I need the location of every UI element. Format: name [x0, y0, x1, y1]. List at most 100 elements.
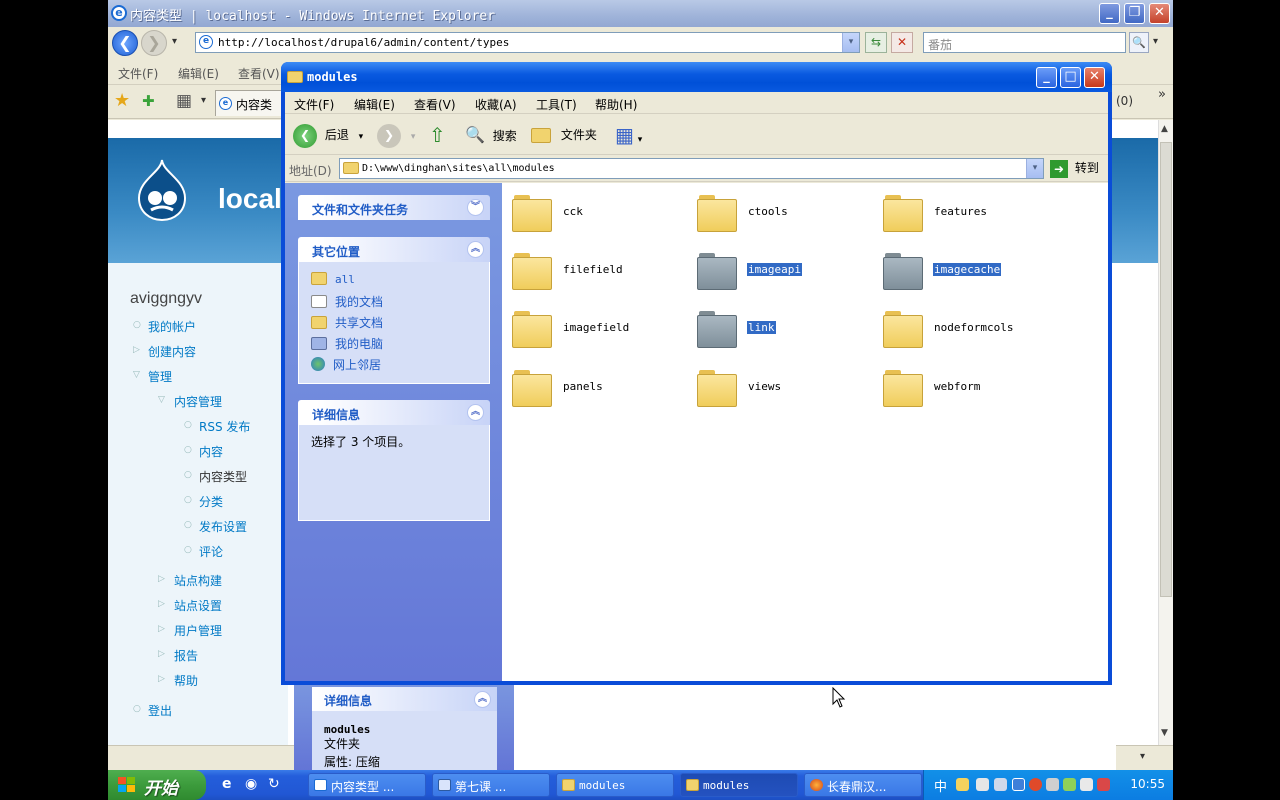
- folder-up-icon[interactable]: ⇧: [429, 121, 446, 149]
- stop-icon[interactable]: ✕: [891, 32, 913, 53]
- nav-site-configuration[interactable]: 站点设置: [174, 597, 222, 614]
- nav-taxonomy[interactable]: 分类: [199, 493, 223, 510]
- clock[interactable]: 10:55: [1130, 777, 1165, 791]
- folder-item-imageapi[interactable]: imageapi: [697, 249, 867, 295]
- folder-item-imagefield[interactable]: imagefield: [512, 307, 682, 353]
- nav-content[interactable]: 内容: [199, 443, 223, 460]
- explorer-close-button[interactable]: ✕: [1084, 67, 1105, 88]
- forward-arrow-icon[interactable]: ❯: [141, 30, 167, 56]
- nav-rss-publishing[interactable]: RSS 发布: [199, 418, 250, 435]
- ie-vertical-scrollbar[interactable]: ▲ ▼: [1158, 120, 1173, 745]
- scroll-thumb[interactable]: [1160, 142, 1172, 597]
- url-field[interactable]: e http://localhost/drupal6/admin/content…: [195, 32, 860, 53]
- collapse-icon[interactable]: ︽: [467, 404, 484, 421]
- nav-administer[interactable]: 管理: [148, 368, 172, 385]
- quick-tabs-icon[interactable]: ▦: [176, 91, 192, 111]
- file-folder-tasks-header[interactable]: 文件和文件夹任务 ︾: [298, 195, 490, 220]
- zoom-dropdown-icon[interactable]: ▾: [1140, 751, 1145, 762]
- taskbar-item-modules-2[interactable]: modules: [680, 773, 798, 797]
- keyboard-icon[interactable]: [994, 778, 1007, 791]
- nav-comments[interactable]: 评论: [199, 543, 223, 560]
- folder-item-ctools[interactable]: ctools: [697, 191, 867, 237]
- back-button[interactable]: ❮ 后退 ▾: [293, 121, 363, 149]
- add-favorite-icon[interactable]: ✚: [142, 92, 155, 110]
- collapse-icon[interactable]: ︽: [467, 241, 484, 258]
- ie-search-input[interactable]: 番茄: [923, 32, 1126, 53]
- address-field[interactable]: D:\www\dinghan\sites\all\modules ▾: [339, 158, 1044, 179]
- folder-item-features[interactable]: features: [883, 191, 1053, 237]
- folder-item-imagecache[interactable]: imagecache: [883, 249, 1053, 295]
- address-dropdown-icon[interactable]: ▾: [1026, 159, 1043, 178]
- taskbar-item-modules-1[interactable]: modules: [556, 773, 674, 797]
- site-name[interactable]: local: [218, 183, 282, 215]
- other-places-header[interactable]: 其它位置 ︽: [298, 237, 490, 262]
- taskbar-item-firefox[interactable]: 长春鼎汉...: [804, 773, 922, 797]
- folder-item-views[interactable]: views: [697, 366, 867, 412]
- nav-user-management[interactable]: 用户管理: [174, 622, 222, 639]
- ie-maximize-button[interactable]: ❐: [1124, 3, 1145, 24]
- toolbar-more-icon[interactable]: »: [1158, 87, 1166, 102]
- security-icon[interactable]: [1029, 778, 1042, 791]
- network-tray-icon[interactable]: [1046, 778, 1059, 791]
- go-button[interactable]: ➜ 转到: [1050, 159, 1099, 179]
- folder-item-panels[interactable]: panels: [512, 366, 682, 412]
- collapse-icon[interactable]: ︽: [474, 691, 491, 708]
- folder-item-webform[interactable]: webform: [883, 366, 1053, 412]
- views-button[interactable]: ▦ ▾: [615, 121, 642, 149]
- folder-item-link[interactable]: link: [697, 307, 867, 353]
- folders-button[interactable]: 文件夹: [531, 121, 597, 149]
- nav-my-account[interactable]: 我的帐户: [148, 318, 196, 335]
- explorer-minimize-button[interactable]: _: [1036, 67, 1057, 88]
- sync-quicklaunch-icon[interactable]: ↻: [268, 776, 280, 792]
- nav-logout[interactable]: 登出: [148, 702, 172, 719]
- search-go-icon[interactable]: 🔍: [1129, 32, 1149, 53]
- folder-item-nodeformcols[interactable]: nodeformcols: [883, 307, 1053, 353]
- start-button[interactable]: 开始: [108, 770, 206, 800]
- menu-help[interactable]: 帮助(H): [595, 96, 637, 113]
- nav-site-building[interactable]: 站点构建: [174, 572, 222, 589]
- ime-punct-icon[interactable]: [976, 778, 989, 791]
- ie-quicklaunch-icon[interactable]: e: [222, 776, 232, 792]
- place-my-documents[interactable]: 我的文档: [311, 293, 383, 310]
- details-header[interactable]: 详细信息 ︽: [298, 400, 490, 425]
- expand-icon[interactable]: ︾: [467, 199, 484, 216]
- ime-tool-icon[interactable]: [1012, 778, 1025, 791]
- tab-list-icon[interactable]: ▾: [201, 95, 206, 106]
- nav-create-content[interactable]: 创建内容: [148, 343, 196, 360]
- scroll-up-icon[interactable]: ▲: [1161, 124, 1168, 134]
- place-network[interactable]: 网上邻居: [311, 356, 381, 373]
- place-all[interactable]: all: [311, 272, 355, 286]
- folder-item-filefield[interactable]: filefield: [512, 249, 682, 295]
- history-dropdown-icon[interactable]: ▾: [172, 36, 177, 47]
- menu-edit[interactable]: 编辑(E): [354, 96, 395, 113]
- media-quicklaunch-icon[interactable]: ◉: [245, 776, 257, 792]
- scroll-down-icon[interactable]: ▼: [1161, 728, 1168, 738]
- menu-favorites[interactable]: 收藏(A): [475, 96, 517, 113]
- place-shared-documents[interactable]: 共享文档: [311, 314, 383, 331]
- nav-help[interactable]: 帮助: [174, 672, 198, 689]
- ie-close-button[interactable]: ✕: [1149, 3, 1170, 24]
- nav-content-management[interactable]: 内容管理: [174, 393, 222, 410]
- ie-tab-content-types[interactable]: e 内容类: [215, 90, 285, 116]
- place-my-computer[interactable]: 我的电脑: [311, 335, 383, 352]
- ie-minimize-button[interactable]: _: [1099, 3, 1120, 24]
- back-arrow-icon[interactable]: ❮: [112, 30, 138, 56]
- url-dropdown-icon[interactable]: ▾: [842, 33, 859, 52]
- nav-post-settings[interactable]: 发布设置: [199, 518, 247, 535]
- page-menu-text[interactable]: (0): [1116, 94, 1133, 108]
- ie-menu-edit[interactable]: 编辑(E): [178, 65, 219, 82]
- explorer-maximize-button[interactable]: □: [1060, 67, 1081, 88]
- favorites-star-icon[interactable]: ★: [114, 90, 130, 111]
- nav-reports[interactable]: 报告: [174, 647, 198, 664]
- refresh-icon[interactable]: ⇆: [865, 32, 887, 53]
- ie-menu-file[interactable]: 文件(F): [118, 65, 158, 82]
- menu-file[interactable]: 文件(F): [294, 96, 334, 113]
- nav-content-types[interactable]: 内容类型: [199, 468, 247, 485]
- tray-app-icon[interactable]: [1097, 778, 1110, 791]
- menu-view[interactable]: 查看(V): [414, 96, 456, 113]
- volume-icon[interactable]: [1080, 778, 1093, 791]
- explorer-titlebar[interactable]: modules _ □ ✕: [281, 62, 1112, 92]
- taskbar-item-word[interactable]: 第七课 ...: [432, 773, 550, 797]
- forward-button[interactable]: ❯ ▾: [377, 121, 415, 149]
- ime-indicator[interactable]: 中: [934, 776, 947, 795]
